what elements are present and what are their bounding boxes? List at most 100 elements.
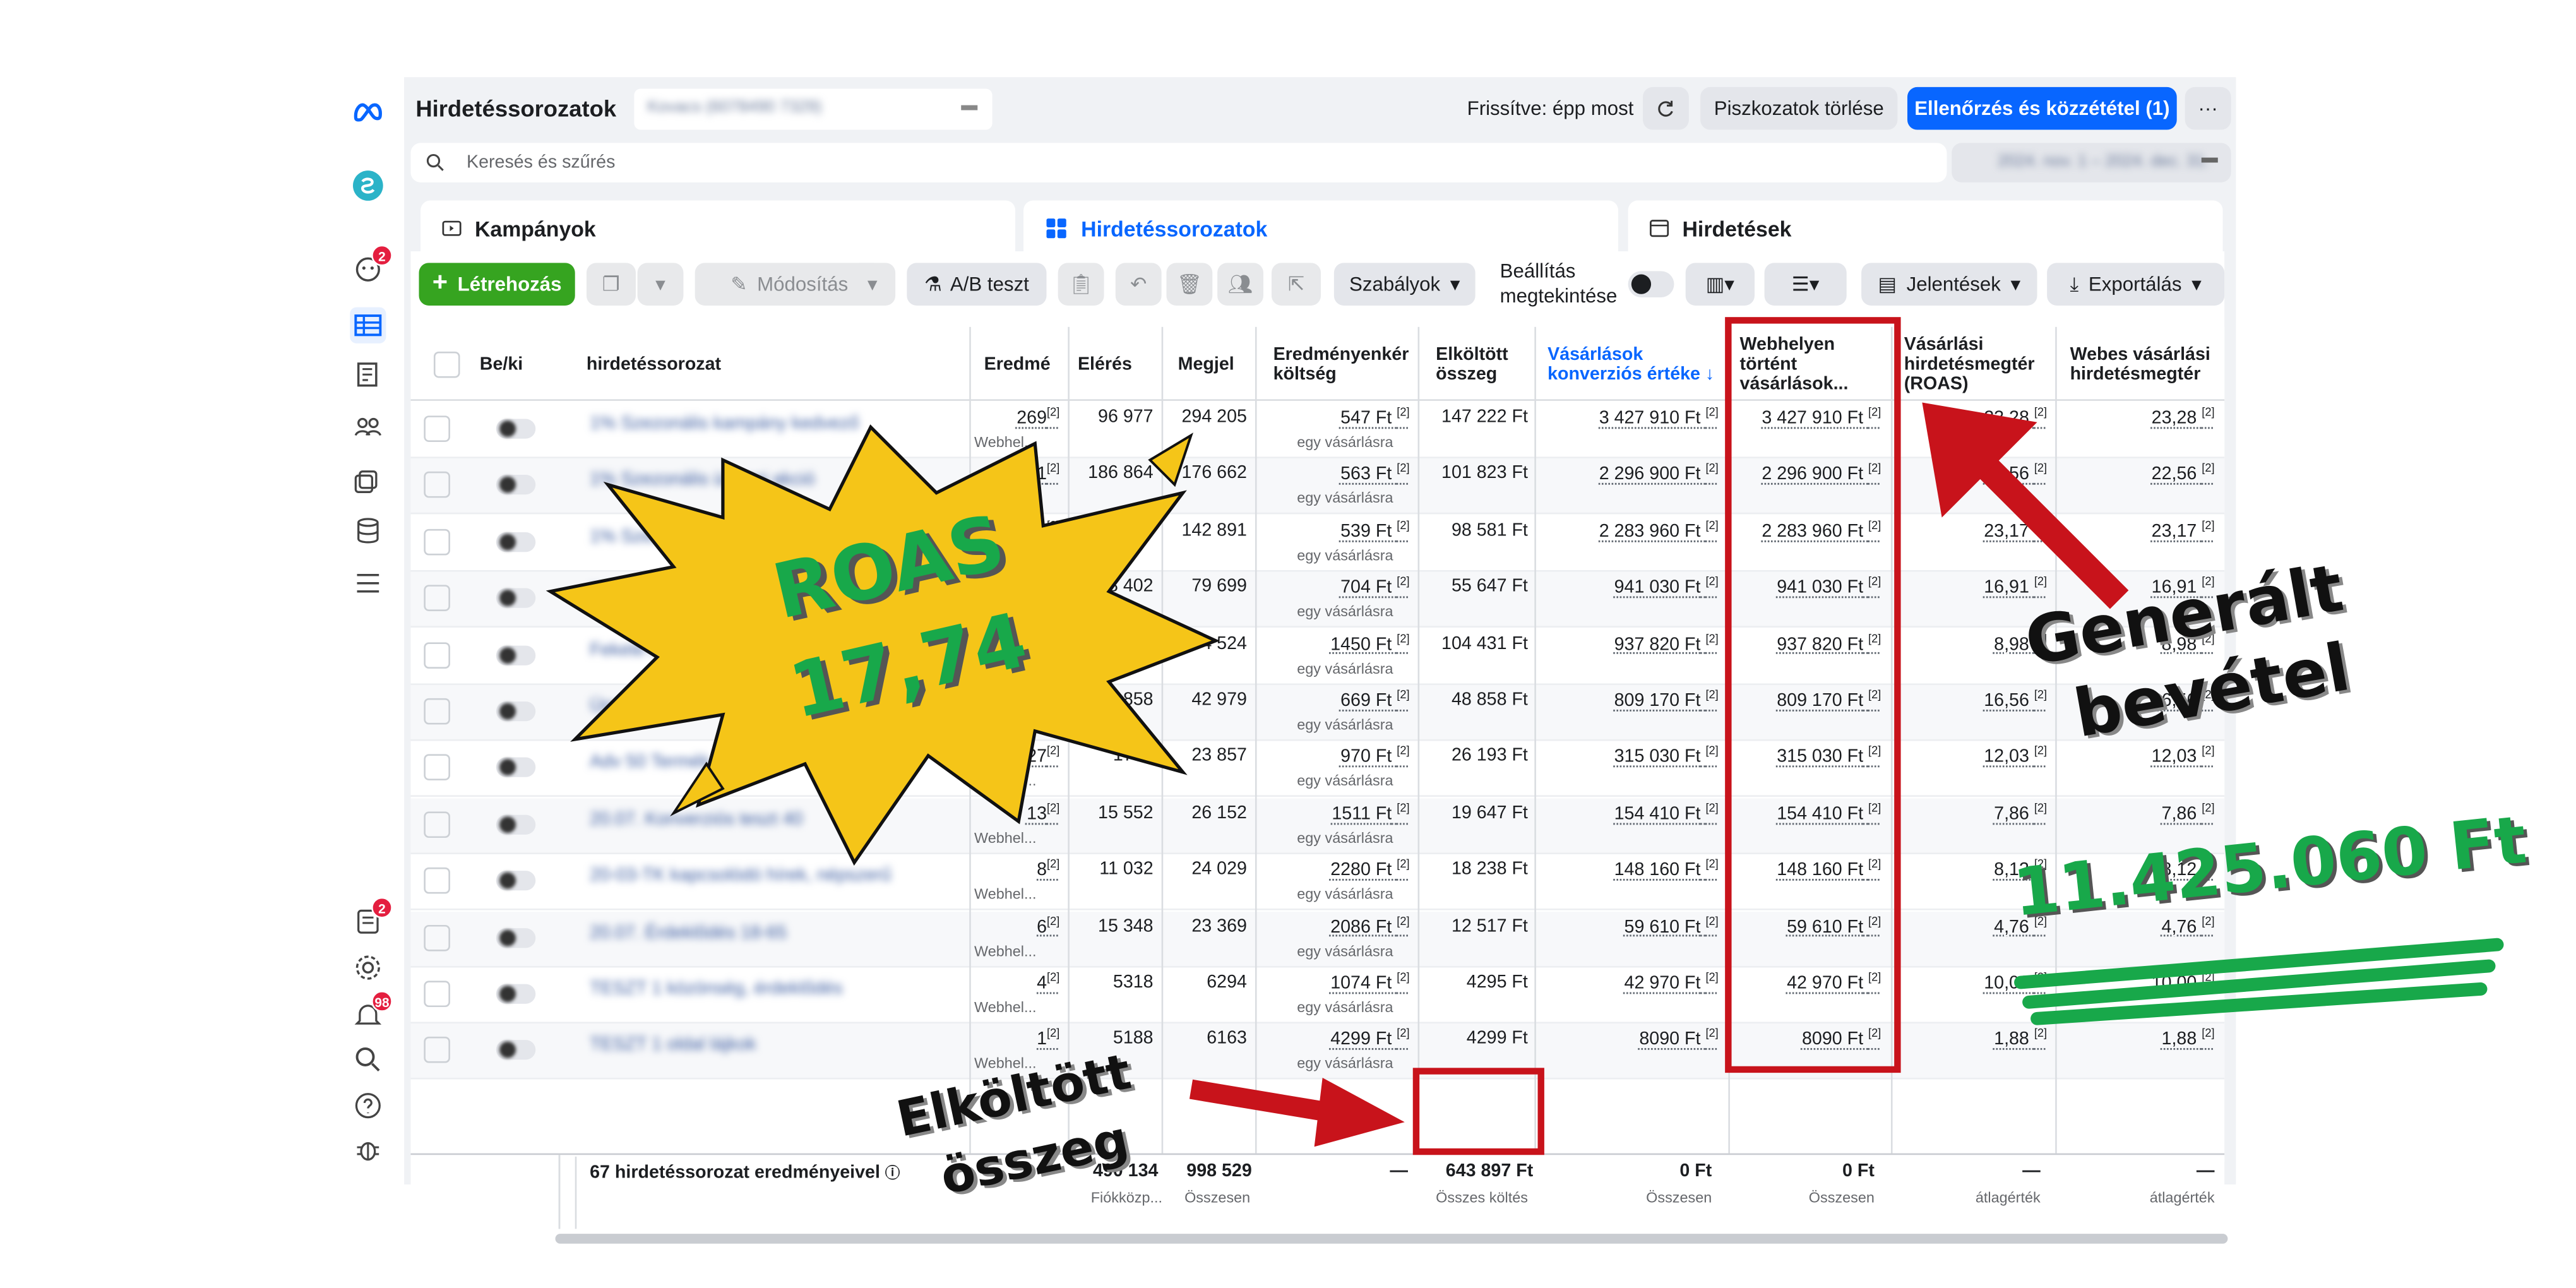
conversion-value[interactable]: 2 283 960 Ft [2] bbox=[1544, 520, 1719, 541]
conversion-value[interactable]: 3 427 910 Ft [2] bbox=[1544, 407, 1719, 428]
duplicate-button[interactable]: ❐ bbox=[586, 263, 636, 306]
row-checkbox[interactable] bbox=[424, 754, 450, 781]
conversion-value[interactable]: 809 170 Ft [2] bbox=[1544, 690, 1719, 711]
row-checkbox[interactable] bbox=[424, 415, 450, 442]
row-toggle[interactable] bbox=[496, 871, 536, 891]
cost-per-result-value[interactable]: 563 Ft [2] bbox=[1265, 464, 1409, 485]
row-checkbox[interactable] bbox=[424, 698, 450, 725]
audiences-icon[interactable] bbox=[350, 409, 386, 445]
row-toggle[interactable] bbox=[496, 814, 536, 835]
results-value[interactable]: 6[2] bbox=[974, 916, 1059, 937]
cost-per-result-value[interactable]: 1450 Ft [2] bbox=[1265, 633, 1409, 654]
search-input[interactable]: Keresés és szűrés bbox=[467, 153, 615, 172]
cost-per-result-value[interactable]: 704 Ft [2] bbox=[1265, 577, 1409, 598]
cost-per-result-value[interactable]: 2280 Ft [2] bbox=[1265, 859, 1409, 880]
table-row[interactable]: TESZT 1 közönség, érdeklődés 4[2] Webhel..… bbox=[410, 967, 2225, 1024]
conversion-value[interactable]: 2 296 900 Ft [2] bbox=[1544, 464, 1719, 485]
settings-gear-icon[interactable] bbox=[350, 950, 386, 986]
cost-per-result-value[interactable]: 539 Ft [2] bbox=[1265, 520, 1409, 541]
billing-icon[interactable] bbox=[350, 513, 386, 549]
ab-test-button[interactable]: ⚗ A/B teszt bbox=[907, 263, 1047, 306]
row-checkbox[interactable] bbox=[424, 1037, 450, 1064]
conversion-value[interactable]: 148 160 Ft [2] bbox=[1544, 859, 1719, 880]
col-results[interactable]: Eredmé bbox=[974, 327, 1063, 401]
row-checkbox[interactable] bbox=[424, 868, 450, 894]
table-row[interactable]: 20.07. Érdeklődés 18-65 6[2] Webhel... 15 3… bbox=[410, 911, 2225, 967]
cost-per-result-value[interactable]: 669 Ft [2] bbox=[1265, 690, 1409, 711]
tab-ads[interactable]: Hirdetések bbox=[1628, 200, 2223, 256]
row-toggle[interactable] bbox=[496, 588, 536, 609]
tab-adsets[interactable]: Hirdetéssorozatok bbox=[1023, 200, 1619, 256]
conversion-value[interactable]: 59 610 Ft [2] bbox=[1544, 916, 1719, 937]
results-value[interactable]: 1[2] bbox=[974, 1029, 1059, 1050]
select-all-checkbox[interactable] bbox=[424, 327, 460, 401]
row-checkbox[interactable] bbox=[424, 924, 450, 951]
col-name[interactable]: hirdetéssorozat bbox=[576, 327, 964, 401]
edit-dropdown[interactable]: ▾ bbox=[849, 263, 896, 306]
cost-per-result-value[interactable]: 2086 Ft [2] bbox=[1265, 916, 1409, 937]
clipboard-button[interactable]: 📋︎ bbox=[1058, 263, 1104, 306]
refresh-button[interactable] bbox=[1643, 86, 1689, 130]
horizontal-scrollbar[interactable] bbox=[555, 1234, 2228, 1244]
search-bar[interactable]: Keresés és szűrés bbox=[410, 143, 1947, 182]
row-checkbox[interactable] bbox=[424, 811, 450, 838]
row-checkbox[interactable] bbox=[424, 981, 450, 1008]
web-roas-value[interactable]: 12,03 [2] bbox=[2054, 746, 2215, 767]
duplicate-dropdown[interactable]: ▾ bbox=[637, 263, 684, 306]
col-spent[interactable]: Elköltött összeg bbox=[1426, 327, 1525, 401]
col-impressions[interactable]: Megjel bbox=[1168, 327, 1253, 401]
date-range-picker[interactable]: 2024. nov. 1 – 2024. dec. 31. ▬ bbox=[1952, 143, 2231, 182]
review-publish-button[interactable]: Ellenőrzés és közzététel (1) bbox=[1907, 86, 2177, 130]
row-checkbox[interactable] bbox=[424, 528, 450, 555]
row-toggle[interactable] bbox=[496, 701, 536, 722]
adset-name-link[interactable]: 20.07. Érdeklődés 18-65 bbox=[590, 922, 787, 942]
more-options-button[interactable]: ··· bbox=[2185, 86, 2231, 130]
col-reach[interactable]: Elérés bbox=[1068, 327, 1158, 401]
row-toggle[interactable] bbox=[496, 927, 536, 948]
rules-button[interactable]: Szabályok ▾ bbox=[1333, 263, 1476, 306]
row-toggle[interactable] bbox=[496, 419, 536, 439]
col-conversion-value[interactable]: Vásárlások konverziós értéke ↓ bbox=[1538, 327, 1722, 401]
cost-per-result-value[interactable]: 1074 Ft [2] bbox=[1265, 972, 1409, 993]
account-avatar[interactable] bbox=[350, 167, 386, 203]
cost-per-result-value[interactable]: 547 Ft [2] bbox=[1265, 407, 1409, 428]
cost-per-result-value[interactable]: 4299 Ft [2] bbox=[1265, 1029, 1409, 1050]
reports-button[interactable]: ▤ Jelentések ▾ bbox=[1861, 263, 2037, 306]
row-toggle[interactable] bbox=[496, 1041, 536, 1061]
row-toggle[interactable] bbox=[496, 645, 536, 665]
account-selector[interactable]: Kovacs (6078490 7329) ▬ bbox=[634, 88, 993, 130]
row-toggle[interactable] bbox=[496, 475, 536, 496]
roas-value[interactable]: 7,86 [2] bbox=[1889, 803, 2047, 824]
help-icon[interactable] bbox=[350, 1088, 386, 1124]
row-toggle[interactable] bbox=[496, 532, 536, 552]
row-toggle[interactable] bbox=[496, 758, 536, 778]
row-checkbox[interactable] bbox=[424, 641, 450, 668]
roas-value[interactable]: 12,03 [2] bbox=[1889, 746, 2047, 767]
meta-logo-icon[interactable] bbox=[350, 93, 386, 129]
adset-name-link[interactable]: TESZT 1 közönség, érdeklődés bbox=[590, 979, 842, 999]
columns-button[interactable]: ▥▾ bbox=[1685, 263, 1755, 306]
row-checkbox[interactable] bbox=[424, 472, 450, 499]
media-library-icon[interactable] bbox=[350, 462, 386, 498]
menu-icon[interactable] bbox=[350, 565, 386, 601]
roas-value[interactable]: 8,98 [2] bbox=[1889, 633, 2047, 654]
col-onoff[interactable]: Be/ki bbox=[470, 327, 568, 401]
col-cost-per-result[interactable]: Eredményenkér költség bbox=[1263, 327, 1414, 401]
conversion-value[interactable]: 42 970 Ft [2] bbox=[1544, 972, 1719, 993]
preview-button[interactable]: ⇱ bbox=[1271, 263, 1321, 306]
bug-report-icon[interactable] bbox=[350, 1132, 386, 1168]
results-value[interactable]: 4[2] bbox=[974, 972, 1059, 993]
conversion-value[interactable]: 315 030 Ft [2] bbox=[1544, 746, 1719, 767]
row-checkbox[interactable] bbox=[424, 585, 450, 612]
conversion-value[interactable]: 937 820 Ft [2] bbox=[1544, 633, 1719, 654]
cost-per-result-value[interactable]: 1511 Ft [2] bbox=[1265, 803, 1409, 824]
conversion-value[interactable]: 941 030 Ft [2] bbox=[1544, 577, 1719, 598]
row-toggle[interactable] bbox=[496, 984, 536, 1004]
undo-button[interactable]: ↶ bbox=[1115, 263, 1162, 306]
ads-manager-table-icon[interactable] bbox=[350, 307, 386, 343]
bell-icon[interactable]: 98 bbox=[350, 991, 393, 1033]
export-button[interactable]: ⤓ Exportálás ▾ bbox=[2047, 263, 2225, 306]
create-button[interactable]: + Létrehozás bbox=[419, 263, 575, 306]
notifications-icon[interactable]: 2 bbox=[350, 244, 393, 287]
share-audience-button[interactable]: 👥︎ bbox=[1217, 263, 1263, 306]
